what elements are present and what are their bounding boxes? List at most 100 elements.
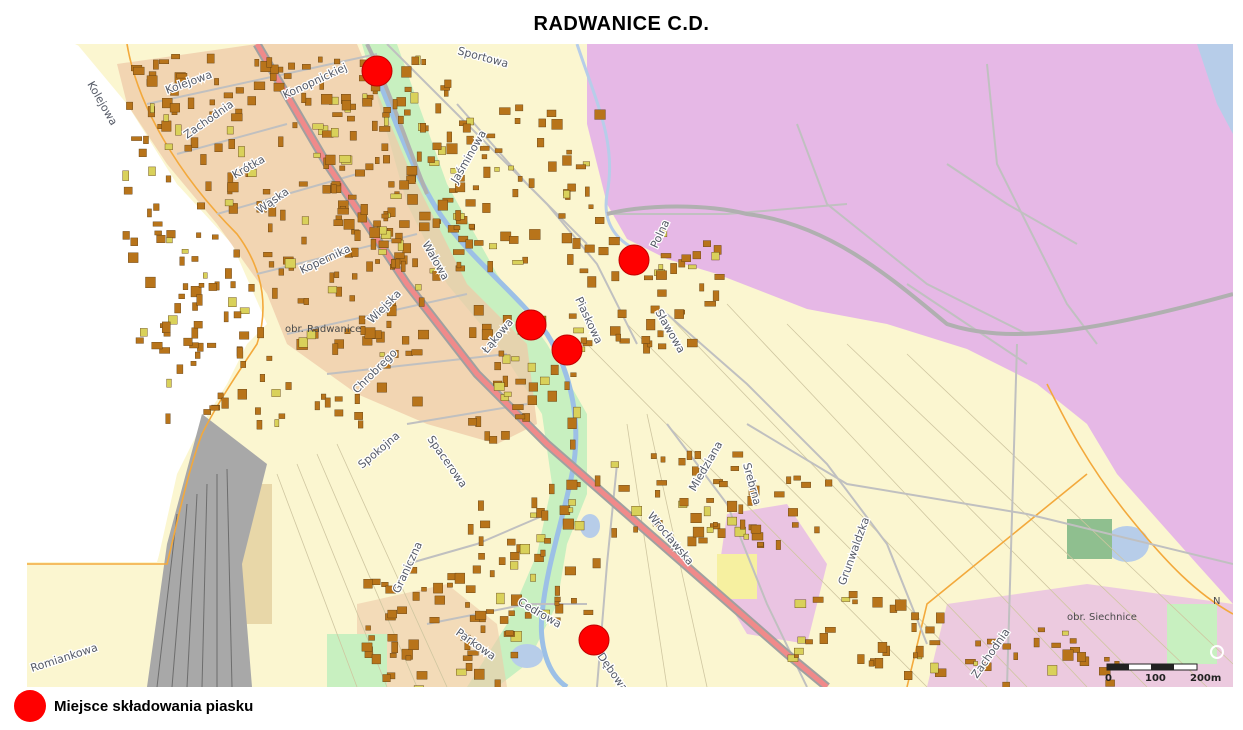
building [703, 240, 711, 247]
building [146, 75, 158, 87]
building [381, 143, 389, 151]
building [527, 362, 536, 372]
compass-label: N [1213, 596, 1220, 607]
building [698, 537, 708, 544]
building [510, 561, 519, 570]
building [354, 230, 361, 241]
building [433, 582, 443, 594]
sand-storage-marker-2[interactable] [618, 244, 650, 276]
building [852, 599, 858, 605]
map-canvas[interactable]: Kolejowa Kolejowa Zachodnia Krótka Wąska… [27, 44, 1233, 687]
building [305, 97, 312, 106]
building [203, 272, 208, 279]
building [465, 663, 473, 671]
building [205, 181, 212, 191]
building [541, 510, 549, 521]
map-view[interactable]: Kolejowa Kolejowa Zachodnia Krótka Wąska… [27, 44, 1233, 687]
building [376, 382, 387, 393]
building [688, 264, 697, 270]
building [740, 519, 746, 530]
building [228, 297, 237, 308]
building [364, 327, 376, 339]
building [848, 591, 858, 599]
building [332, 343, 339, 355]
building [131, 136, 143, 141]
building [567, 417, 577, 429]
building [138, 148, 147, 157]
building [190, 137, 199, 148]
building [498, 350, 505, 357]
building [583, 609, 594, 615]
building [494, 167, 500, 172]
building [692, 526, 705, 538]
building [148, 166, 156, 176]
building [468, 223, 475, 229]
building [447, 582, 453, 588]
building [303, 298, 309, 305]
building [658, 343, 667, 350]
building [335, 215, 342, 220]
building [686, 450, 693, 460]
building [619, 338, 630, 344]
building [641, 336, 651, 344]
building [159, 59, 170, 65]
building [712, 290, 720, 301]
building [587, 276, 597, 288]
building [143, 135, 149, 144]
building [156, 234, 166, 243]
building [895, 599, 907, 611]
building [416, 151, 422, 162]
building [237, 389, 247, 400]
building [975, 640, 981, 647]
building [588, 204, 594, 209]
sand-storage-marker-1[interactable] [361, 55, 393, 87]
building [872, 597, 883, 608]
building [266, 57, 273, 68]
building [503, 391, 512, 397]
building [388, 181, 395, 188]
building [179, 256, 185, 266]
building [1062, 649, 1074, 661]
sand-storage-marker-4[interactable] [551, 334, 583, 366]
building [575, 164, 586, 170]
building [530, 512, 537, 518]
building [515, 104, 524, 112]
building [595, 216, 605, 224]
building [174, 303, 181, 314]
building [411, 349, 423, 356]
building [650, 453, 657, 459]
legend: Miejsce składowania piasku [14, 690, 253, 722]
building [496, 592, 505, 605]
building [797, 636, 806, 644]
building [825, 627, 836, 633]
sand-storage-marker-5[interactable] [578, 624, 610, 656]
building [512, 188, 519, 198]
building [505, 630, 514, 636]
building [166, 237, 173, 244]
building [480, 625, 486, 633]
building [467, 524, 474, 535]
building [283, 73, 292, 79]
building [656, 480, 668, 486]
building [371, 654, 381, 665]
building [203, 409, 211, 415]
building [474, 668, 485, 680]
building [381, 213, 389, 219]
building [857, 654, 865, 664]
building [527, 395, 537, 406]
building [537, 138, 545, 148]
building [554, 585, 560, 596]
building [711, 252, 720, 261]
sand-storage-marker-3[interactable] [515, 309, 547, 341]
building [644, 275, 653, 281]
building [301, 236, 307, 245]
building [254, 58, 260, 67]
building [370, 238, 377, 250]
building [226, 126, 234, 135]
building [331, 184, 337, 194]
building [454, 572, 466, 584]
building [416, 671, 428, 680]
building [498, 557, 506, 566]
building [487, 261, 494, 273]
building [191, 256, 199, 262]
